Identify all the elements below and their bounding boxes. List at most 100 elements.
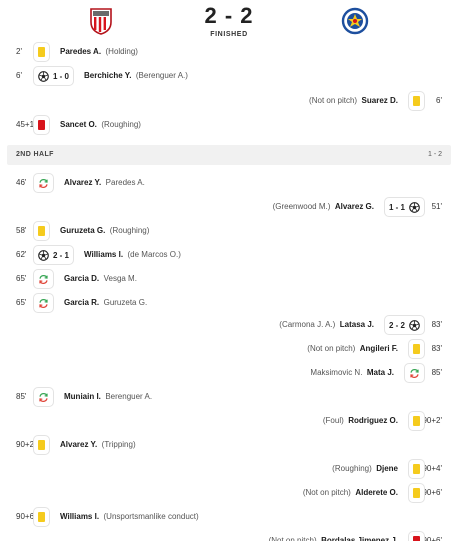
substitution-icon <box>39 178 48 188</box>
player-name[interactable]: Bordalas Jimenez J. <box>321 536 398 541</box>
player-name[interactable]: Mata J. <box>367 368 394 377</box>
player-name[interactable]: Rodriguez O. <box>348 416 398 425</box>
incident-badge <box>408 483 425 503</box>
incident-text: Alvarez Y. (Tripping) <box>60 433 136 457</box>
player-out-name: Vesga M. <box>103 274 137 283</box>
player-name[interactable]: Muniain I. <box>64 392 101 401</box>
incident-minute: 6' <box>16 71 22 80</box>
incident-text: Garcia R. Guruzeta G. <box>64 291 147 315</box>
football-icon <box>409 319 420 331</box>
substitution-icon <box>39 298 48 308</box>
yellow-card-icon <box>413 488 420 498</box>
incident-detail: (Roughing) <box>332 464 372 473</box>
incident-text: Sancet O. (Roughing) <box>60 113 141 137</box>
incident-badge <box>33 387 54 407</box>
yellow-card-icon <box>38 47 45 57</box>
incident-row[interactable]: 85' Muniain I. Berenguer A. <box>0 385 458 409</box>
player-name[interactable]: Suarez D. <box>362 96 398 105</box>
incident-badge: 1 - 1 <box>383 197 425 217</box>
player-name[interactable]: Latasa J. <box>340 320 374 329</box>
incident-row[interactable]: 6' 1 - 0 Berchiche Y. (Berenguer A.) <box>0 64 458 88</box>
substitution-icon <box>410 368 419 378</box>
incident-row[interactable]: 65' Garcia R. Guruzeta G. <box>0 291 458 315</box>
player-name[interactable]: Guruzeta G. <box>60 226 105 235</box>
player-name[interactable]: Alvarez Y. <box>64 178 101 187</box>
incident-row[interactable]: 83' (Not on pitch) Angileri F. <box>0 337 458 361</box>
incident-detail: (Berenguer A.) <box>135 71 188 80</box>
incident-minute: 6' <box>436 96 442 105</box>
incident-detail: (Not on pitch) <box>302 488 351 497</box>
goal-score: 1 - 1 <box>388 202 405 212</box>
football-icon <box>38 249 49 261</box>
incident-row[interactable]: 90+2' Alvarez Y. (Tripping) <box>0 433 458 457</box>
player-name[interactable]: Paredes A. <box>60 47 101 56</box>
incident-minute: 85' <box>16 392 27 401</box>
half-score: 1 - 2 <box>427 151 442 158</box>
player-name[interactable]: Williams I. <box>60 512 99 521</box>
incident-text: (Roughing) Djene <box>332 457 398 481</box>
yellow-card-icon <box>38 512 45 522</box>
incident-badge <box>33 221 50 241</box>
incident-text: Garcia D. Vesga M. <box>64 267 137 291</box>
incident-text: (Not on pitch) Bordalas Jimenez J. <box>269 529 398 541</box>
incident-text: Berchiche Y. (Berenguer A.) <box>84 64 188 88</box>
match-status: FINISHED <box>210 31 248 38</box>
half-divider: 2ND HALF 1 - 2 <box>7 145 451 165</box>
incident-minute: 83' <box>431 344 442 353</box>
incident-row[interactable]: 2' Paredes A. (Holding) <box>0 40 458 64</box>
player-out-name: Berenguer A. <box>105 392 153 401</box>
incident-minute: 51' <box>431 202 442 211</box>
player-name[interactable]: Garcia R. <box>64 298 99 307</box>
player-name[interactable]: Sancet O. <box>60 120 97 129</box>
player-name[interactable]: Alvarez G. <box>335 202 374 211</box>
incident-minute: 83' <box>431 320 442 329</box>
player-name[interactable]: Angileri F. <box>360 344 398 353</box>
incident-text: (Foul) Rodriguez O. <box>323 409 398 433</box>
incident-row[interactable]: 90+2' (Foul) Rodriguez O. <box>0 409 458 433</box>
incident-row[interactable]: 45+1' Sancet O. (Roughing) <box>0 113 458 137</box>
goal-score: 2 - 1 <box>53 250 70 260</box>
player-name[interactable]: Williams I. <box>84 250 123 259</box>
incident-text: Guruzeta G. (Roughing) <box>60 219 149 243</box>
incident-minute: 90+2' <box>422 416 442 425</box>
incident-row[interactable]: 85' Maksimovic N. Mata J. <box>0 361 458 385</box>
incident-detail: (Holding) <box>105 47 138 56</box>
player-name[interactable]: Djene <box>376 464 398 473</box>
incident-badge <box>33 293 54 313</box>
incident-row[interactable]: 90+6' (Not on pitch) Alderete O. <box>0 481 458 505</box>
yellow-card-icon <box>413 96 420 106</box>
incident-row[interactable]: 46' Alvarez Y. Paredes A. <box>0 171 458 195</box>
half-label: 2ND HALF <box>16 151 54 158</box>
incident-text: (Not on pitch) Alderete O. <box>303 481 398 505</box>
incident-text: (Not on pitch) Angileri F. <box>307 337 398 361</box>
incident-minute: 85' <box>431 368 442 377</box>
incident-badge: 1 - 0 <box>33 66 75 86</box>
incident-badge <box>408 531 425 541</box>
incident-row[interactable]: 58' Guruzeta G. (Roughing) <box>0 219 458 243</box>
player-name[interactable]: Alvarez Y. <box>60 440 97 449</box>
incident-row[interactable]: 90+4' (Roughing) Djene <box>0 457 458 481</box>
away-team-crest[interactable] <box>340 6 370 36</box>
incident-badge: 2 - 1 <box>33 245 75 265</box>
incident-row[interactable]: 83' 2 - 2 (Carmona J. A.) Latasa J. <box>0 313 458 337</box>
match-score: 2 - 2 <box>204 3 254 28</box>
player-name[interactable]: Garcia D. <box>64 274 99 283</box>
substitution-icon <box>39 392 48 402</box>
incident-minute: 58' <box>16 226 27 235</box>
player-out-name: Paredes A. <box>105 178 145 187</box>
incident-row[interactable]: 65' Garcia D. Vesga M. <box>0 267 458 291</box>
incident-minute: 65' <box>16 274 27 283</box>
incident-minute: 62' <box>16 250 27 259</box>
incident-row[interactable]: 90+6' Williams I. (Unsportsmanlike conduc… <box>0 505 458 529</box>
incident-badge <box>408 411 425 431</box>
incident-badge <box>33 173 54 193</box>
player-name[interactable]: Alderete O. <box>355 488 398 497</box>
incident-text: (Not on pitch) Suarez D. <box>309 89 398 113</box>
incident-row[interactable]: 51' 1 - 1 (Greenwood M.) Alvarez G. <box>0 195 458 219</box>
incident-row[interactable]: 62' 2 - 1 Williams I. (de Marcos O.) <box>0 243 458 267</box>
incident-detail: (Carmona J. A.) <box>279 320 336 329</box>
incident-row[interactable]: 6' (Not on pitch) Suarez D. <box>0 89 458 113</box>
incident-minute: 90+6' <box>422 488 442 497</box>
incident-row[interactable]: 90+6' (Not on pitch) Bordalas Jimenez J. <box>0 529 458 541</box>
player-name[interactable]: Berchiche Y. <box>84 71 131 80</box>
